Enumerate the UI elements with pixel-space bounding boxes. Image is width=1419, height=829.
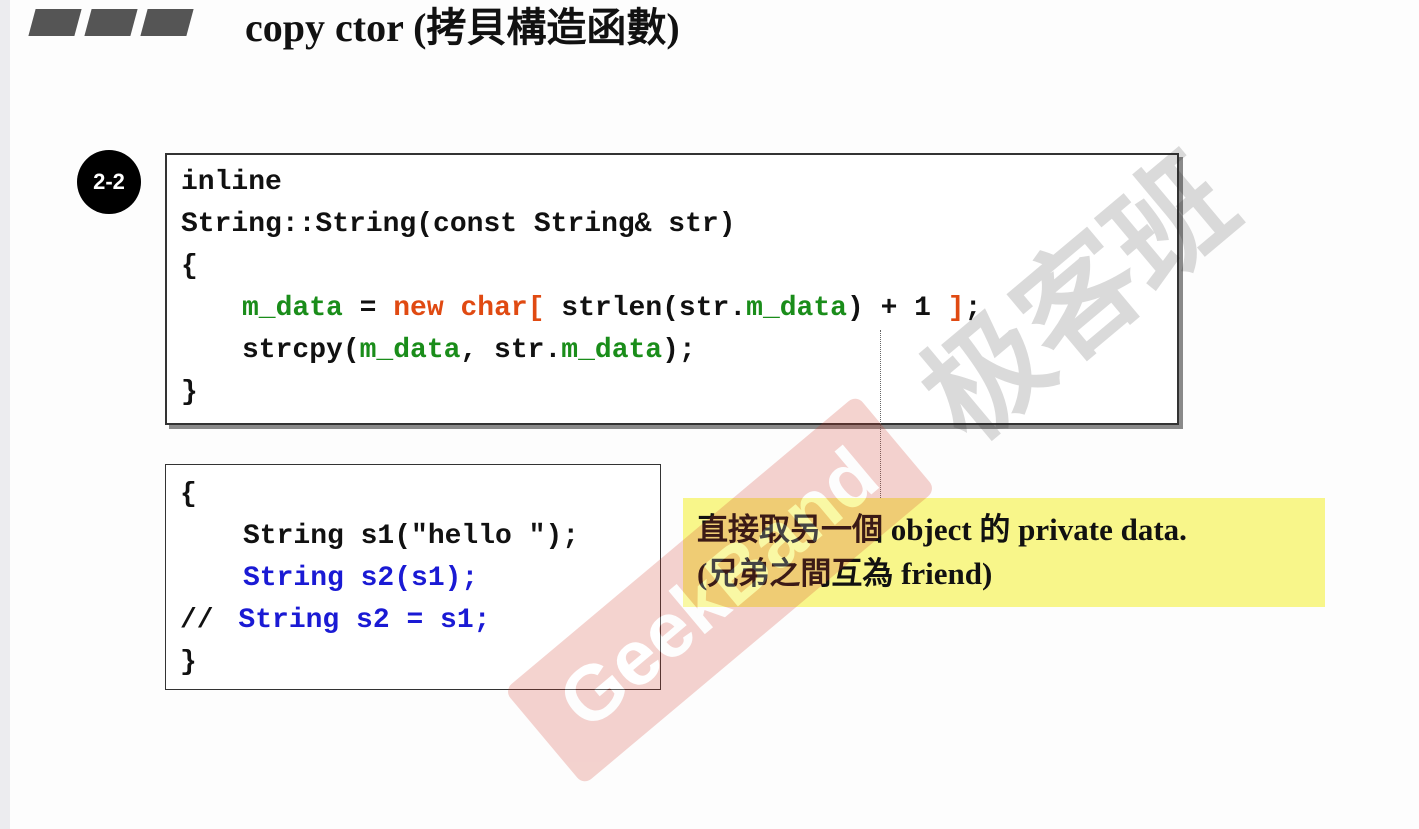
code-line-5: strcpy(m_data, str.m_data); <box>242 331 696 371</box>
code-line-4: // String s2 = s1; <box>180 601 490 641</box>
code-token: strlen(str. <box>544 293 747 324</box>
code-line-3: { <box>181 251 198 282</box>
left-sidebar-strip <box>0 0 10 829</box>
code-token: , str. <box>460 335 562 366</box>
code-block-usage: { String s1("hello "); String s2(s1); //… <box>165 464 661 690</box>
code-line-2: String s1("hello "); <box>243 521 580 552</box>
code-token-bracket: ] <box>947 293 965 324</box>
code-token: ) + 1 <box>846 293 948 324</box>
code-line-2: String::String(const String& str) <box>181 209 736 240</box>
code-token: String s2 = s1; <box>238 605 491 636</box>
code-line-5: } <box>180 647 197 678</box>
callout-note: 直接取另一個 object 的 private data. (兄弟之間互為 fr… <box>683 498 1325 607</box>
code-token-member: m_data <box>359 335 461 366</box>
code-token-type: char[ <box>460 293 545 324</box>
code-block-copy-ctor: inline String::String(const String& str)… <box>165 153 1179 425</box>
code-line-3: String s2(s1); <box>243 563 479 594</box>
slide-step-badge: 2-2 <box>77 150 141 214</box>
title-bar-mark <box>140 9 194 36</box>
code-token: = <box>342 293 394 324</box>
code-line-4: m_data = new char[ strlen(str.m_data) + … <box>242 289 981 329</box>
code-token: ; <box>964 293 982 324</box>
code-token-keyword: new <box>393 293 444 324</box>
callout-line-1: 直接取另一個 object 的 private data. <box>697 512 1187 547</box>
code-token-member: m_data <box>746 293 847 324</box>
code-line-6: } <box>181 377 198 408</box>
code-line-1: inline <box>181 167 282 198</box>
code-token-member: m_data <box>242 293 343 324</box>
title-bar-mark <box>84 9 138 36</box>
title-bar-mark <box>28 9 82 36</box>
code-token: strcpy( <box>242 335 360 366</box>
slide-title: copy ctor (拷貝構造函數) <box>245 5 680 50</box>
code-token: ); <box>662 335 696 366</box>
code-comment-marker: // <box>180 605 231 636</box>
code-token-member: m_data <box>561 335 663 366</box>
code-line-1: { <box>180 479 197 510</box>
callout-line-2: (兄弟之間互為 friend) <box>697 556 993 591</box>
callout-connector <box>880 330 881 498</box>
